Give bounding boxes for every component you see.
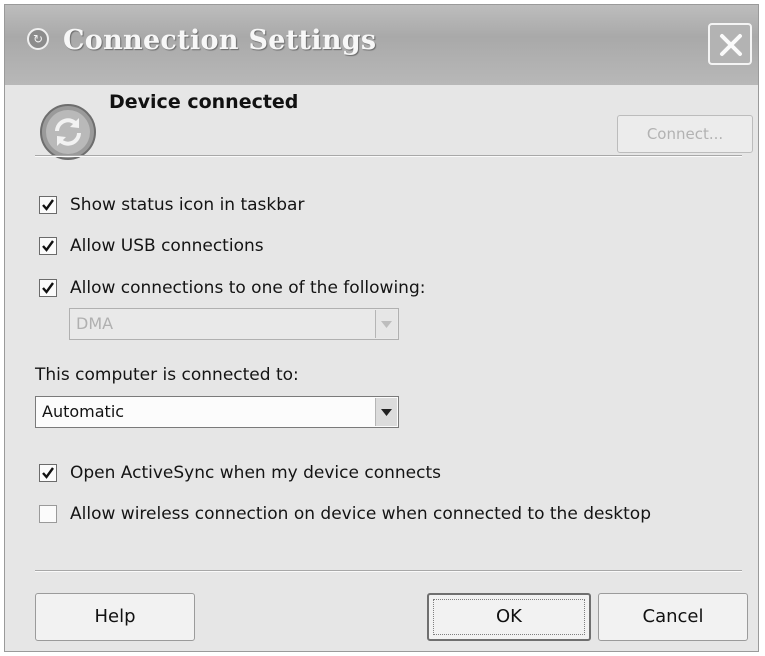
chevron-down-icon bbox=[381, 321, 392, 328]
help-button-label: Help bbox=[94, 606, 136, 627]
open-activesync-label: Open ActiveSync when my device connects bbox=[70, 463, 441, 483]
allow-connections-checkbox[interactable] bbox=[39, 279, 57, 297]
help-button[interactable]: Help bbox=[35, 593, 195, 641]
connected-to-select[interactable]: Automatic bbox=[35, 396, 399, 428]
show-status-icon-label: Show status icon in taskbar bbox=[70, 195, 305, 215]
separator-top bbox=[35, 155, 742, 157]
cancel-button-label: Cancel bbox=[642, 606, 704, 627]
connected-to-label: This computer is connected to: bbox=[35, 365, 299, 385]
sync-arrows-icon bbox=[40, 104, 96, 160]
connection-settings-dialog: ↻ Connection Settings Device connected C… bbox=[4, 4, 759, 652]
activesync-icon: ↻ bbox=[27, 28, 49, 50]
allow-usb-option[interactable]: Allow USB connections bbox=[39, 234, 264, 258]
separator-bottom bbox=[35, 570, 742, 572]
checkmark-icon bbox=[42, 240, 54, 252]
chevron-down-icon bbox=[381, 409, 392, 416]
connect-button[interactable]: Connect... bbox=[617, 115, 753, 153]
connected-to-value: Automatic bbox=[42, 402, 125, 421]
cancel-button[interactable]: Cancel bbox=[598, 593, 748, 641]
show-status-icon-option[interactable]: Show status icon in taskbar bbox=[39, 193, 304, 217]
allow-wireless-option[interactable]: Allow wireless connection on device when… bbox=[39, 502, 651, 526]
allow-wireless-label: Allow wireless connection on device when… bbox=[70, 504, 651, 524]
allow-wireless-checkbox[interactable] bbox=[39, 505, 57, 523]
dropdown-button[interactable] bbox=[375, 310, 397, 338]
allow-usb-checkbox[interactable] bbox=[39, 237, 57, 255]
title-bar[interactable]: ↻ Connection Settings bbox=[5, 5, 758, 85]
ok-button-label: OK bbox=[496, 606, 522, 627]
open-activesync-checkbox[interactable] bbox=[39, 464, 57, 482]
allow-usb-label: Allow USB connections bbox=[70, 236, 264, 256]
show-status-icon-checkbox[interactable] bbox=[39, 196, 57, 214]
dropdown-button[interactable] bbox=[375, 398, 397, 426]
connection-type-select[interactable]: DMA bbox=[69, 308, 399, 340]
close-icon bbox=[720, 34, 742, 56]
window-title: Connection Settings bbox=[63, 25, 377, 56]
checkmark-icon bbox=[42, 467, 54, 479]
allow-connections-option[interactable]: Allow connections to one of the followin… bbox=[39, 276, 425, 300]
checkmark-icon bbox=[42, 199, 54, 211]
dialog-body: Device connected Connect... Show status … bbox=[5, 85, 758, 651]
allow-connections-label: Allow connections to one of the followin… bbox=[70, 278, 426, 298]
status-heading: Device connected bbox=[109, 91, 299, 113]
ok-button[interactable]: OK bbox=[427, 593, 591, 641]
open-activesync-option[interactable]: Open ActiveSync when my device connects bbox=[39, 461, 441, 485]
checkmark-icon bbox=[42, 282, 54, 294]
close-button[interactable] bbox=[708, 23, 752, 65]
connection-type-value: DMA bbox=[76, 314, 114, 333]
